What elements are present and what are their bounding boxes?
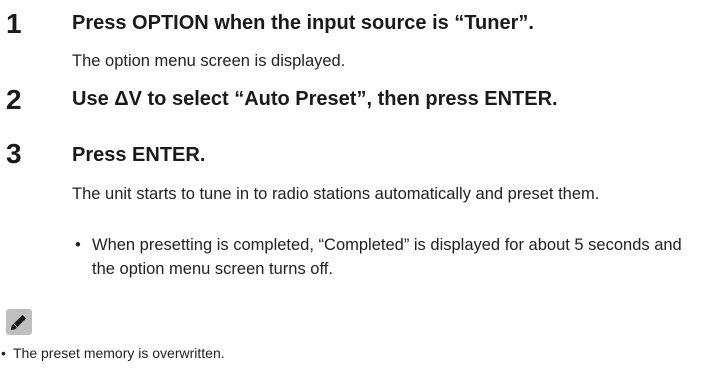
note-text: The preset memory is overwritten.: [13, 345, 225, 361]
step-title: Use ΔV to select “Auto Preset”, then pre…: [72, 88, 558, 110]
step-number: 3: [6, 138, 22, 169]
step-description: The option menu screen is displayed.: [72, 52, 346, 70]
step-number: 1: [6, 8, 22, 39]
note-bullet: • The preset memory is overwritten.: [0, 343, 700, 363]
bullet-text: When presetting is completed, “Completed…: [92, 236, 682, 278]
step-title: Press ENTER.: [72, 144, 206, 166]
bullet-dot: •: [1, 345, 6, 361]
step-description: The unit starts to tune in to radio stat…: [72, 185, 600, 203]
pencil-icon: [6, 309, 32, 335]
bullet-dot: •: [75, 236, 81, 254]
step-title: Press OPTION when the input source is “T…: [72, 12, 534, 34]
step-bullet: • When presetting is completed, “Complet…: [75, 233, 685, 281]
step-number: 2: [6, 84, 22, 115]
